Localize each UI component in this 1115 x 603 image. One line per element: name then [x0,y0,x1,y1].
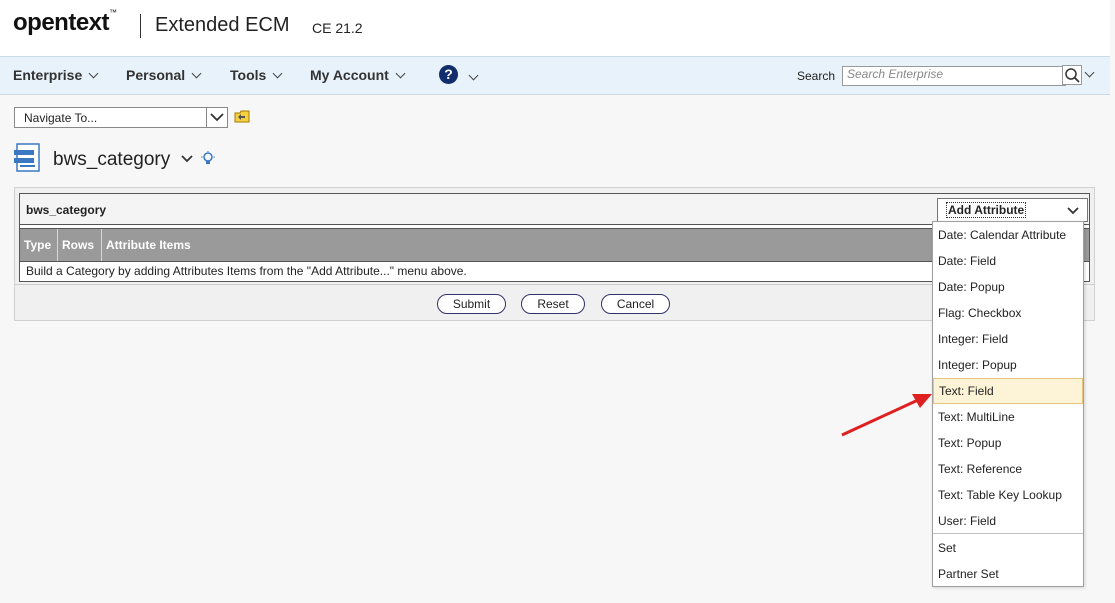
menu-item-integer-popup[interactable]: Integer: Popup [933,352,1083,378]
category-name-row: bws_category [20,194,1089,225]
navigate-to-value: Navigate To... [24,111,98,125]
search-icon [1065,68,1080,83]
nav-my-account-label: My Account [310,67,389,83]
col-rows: Rows [58,229,102,261]
help-icon[interactable]: ? [439,65,458,84]
product-version: CE 21.2 [312,20,363,36]
menu-item-date-field[interactable]: Date: Field [933,248,1083,274]
chevron-down-icon [88,68,99,79]
title-menu-toggle[interactable] [181,152,193,170]
menu-item-text-table-key-lookup[interactable]: Text: Table Key Lookup [933,482,1083,508]
col-type: Type [20,229,58,261]
dropdown-arrow[interactable] [206,108,227,127]
chevron-down-icon [1067,207,1079,215]
menu-item-set[interactable]: Set [933,535,1083,561]
menu-item-text-field[interactable]: Text: Field [933,378,1083,404]
menu-item-text-popup[interactable]: Text: Popup [933,430,1083,456]
menu-item-text-reference[interactable]: Text: Reference [933,456,1083,482]
chevron-down-icon [1084,67,1095,78]
menu-item-date-popup[interactable]: Date: Popup [933,274,1083,300]
search-input[interactable]: Search Enterprise [842,66,1066,86]
nav-personal[interactable]: Personal [126,67,202,83]
category-table: bws_category Type Rows Attribute Items B… [19,193,1090,282]
menu-separator [933,533,1083,534]
nav-personal-label: Personal [126,67,186,83]
reset-button[interactable]: Reset [521,294,585,314]
annotation-arrow-icon [838,390,938,445]
menu-item-integer-field[interactable]: Integer: Field [933,326,1083,352]
category-icon [14,143,42,178]
nav-tools[interactable]: Tools [230,67,283,83]
add-attribute-label: Add Attribute [945,202,1027,218]
help-menu-toggle[interactable] [468,69,479,85]
menu-item-date-calendar[interactable]: Date: Calendar Attribute [933,222,1083,248]
menu-item-user-field[interactable]: User: Field [933,508,1083,534]
category-name: bws_category [26,203,107,217]
menu-item-flag-checkbox[interactable]: Flag: Checkbox [933,300,1083,326]
page-title: bws_category [53,149,171,170]
chevron-down-icon [272,68,283,79]
chevron-down-icon [210,113,224,122]
search-scope-toggle[interactable] [1084,66,1095,82]
nav-tools-label: Tools [230,67,267,83]
brand-name: opentext [13,9,110,36]
add-attribute-menu: Date: Calendar Attribute Date: Field Dat… [932,221,1084,587]
add-attribute-select[interactable]: Add Attribute [937,198,1088,222]
nav-enterprise[interactable]: Enterprise [13,67,99,83]
header-divider [140,14,141,38]
search-label: Search [797,69,836,83]
brand-trademark: ™ [109,8,117,17]
menu-item-partner-set[interactable]: Partner Set [933,561,1083,587]
product-name: Extended ECM [155,14,290,36]
table-header: Type Rows Attribute Items [20,228,1089,262]
top-header: opentext™ Extended ECM CE 21.2 [0,0,1110,57]
chevron-down-icon [191,68,202,79]
chevron-down-icon [181,155,193,163]
search-button[interactable] [1062,65,1082,85]
lightbulb-icon[interactable] [201,151,215,172]
navigate-to-select[interactable]: Navigate To... [14,107,228,128]
empty-message: Build a Category by adding Attributes It… [26,264,467,278]
chevron-down-icon [468,70,479,81]
nav-my-account[interactable]: My Account [310,67,406,83]
submit-button[interactable]: Submit [437,294,506,314]
opentext-logo[interactable]: opentext™ [13,8,117,37]
cancel-button[interactable]: Cancel [601,294,670,314]
chevron-down-icon [395,68,406,79]
nav-enterprise-label: Enterprise [13,67,83,83]
folder-up-icon[interactable] [234,110,250,129]
menu-item-text-multiline[interactable]: Text: MultiLine [933,404,1083,430]
